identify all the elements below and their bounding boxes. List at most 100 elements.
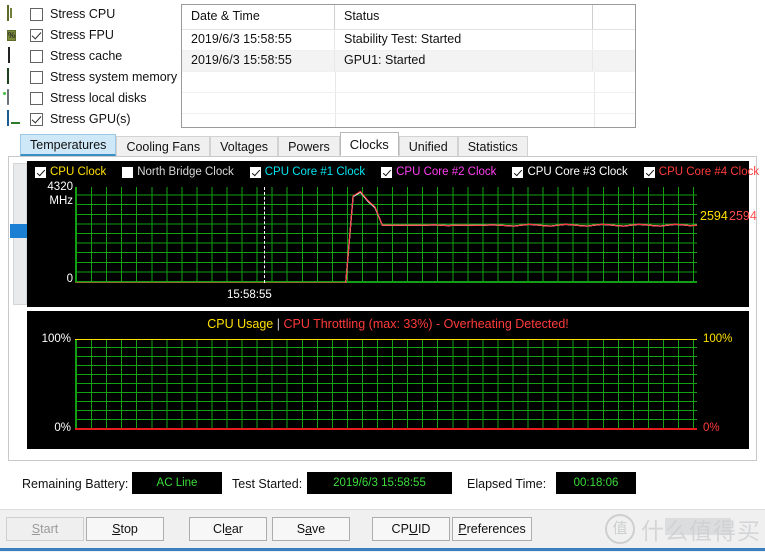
usage-right-bottom-label: 0%	[703, 422, 720, 434]
gpu-card-icon	[6, 110, 24, 127]
legend-label-cpu-core-2-clock: CPU Core #2 Clock	[396, 166, 497, 178]
preferences-button[interactable]: Preferences	[452, 517, 532, 541]
stress-gpus-label: Stress GPU(s)	[50, 112, 131, 126]
table-row[interactable]: 2019/6/3 15:58:55 Stability Test: Starte…	[182, 30, 635, 51]
test-start-marker-line	[264, 187, 265, 283]
table-empty-row	[182, 93, 635, 114]
legend-label-cpu-core-4-clock: CPU Core #4 Clock	[658, 166, 760, 178]
legend-item-cpu-core-2-clock[interactable]: CPU Core #2 Clock	[381, 166, 496, 178]
column-header-status[interactable]: Status	[335, 5, 593, 29]
usage-left-top-label: 100%	[41, 333, 71, 345]
start-button[interactable]: Start	[6, 517, 84, 541]
cpu-chip-icon	[6, 5, 24, 22]
cpu-usage-100-reference-line	[75, 339, 697, 340]
stress-fpu-checkbox[interactable]	[30, 28, 43, 42]
table-row[interactable]: 2019/6/3 15:58:55 GPU1: Started	[182, 51, 635, 72]
legend-checkbox-cpu-core-4-clock[interactable]	[643, 166, 655, 178]
legend-item-cpu-core-1-clock[interactable]: CPU Core #1 Clock	[249, 166, 365, 178]
legend-checkbox-cpu-core-1-clock[interactable]	[249, 166, 261, 178]
memory-stick-icon	[6, 68, 24, 85]
clock-chart-legend: CPU Clock North Bridge Clock CPU Core #1…	[35, 166, 765, 178]
status-log-table[interactable]: Date & Time Status 2019/6/3 15:58:55 Sta…	[181, 4, 636, 128]
stress-fpu-label: Stress FPU	[50, 28, 114, 42]
tab-voltages[interactable]: Voltages	[210, 136, 279, 156]
tab-cooling-fans[interactable]: Cooling Fans	[116, 136, 211, 156]
legend-item-north-bridge-clock[interactable]: North Bridge Clock	[122, 166, 234, 178]
cpu-usage-chart[interactable]: CPU Usage | CPU Throttling (max: 33%) - …	[27, 311, 749, 449]
preferences-button-rest: references	[466, 522, 526, 536]
stress-gpus-checkbox[interactable]	[30, 112, 43, 126]
stress-option-local-disks[interactable]: Stress local disks	[6, 88, 186, 108]
clock-y-unit-label: MHz	[49, 195, 73, 207]
cpu-usage-trace-line	[75, 428, 697, 430]
tab-powers[interactable]: Powers	[278, 136, 340, 156]
stress-cpu-label: Stress CPU	[50, 7, 116, 21]
stress-local-disks-label: Stress local disks	[50, 91, 147, 105]
throttling-warning: CPU Throttling (max: 33%) - Overheating …	[283, 317, 569, 331]
remaining-battery-label: Remaining Battery:	[22, 477, 129, 491]
clock-trace-lines	[75, 187, 697, 283]
cpu-usage-title: CPU Usage	[207, 317, 274, 331]
clear-button[interactable]: Clear	[189, 517, 267, 541]
cell-empty	[593, 30, 635, 50]
tab-bar: Temperatures Cooling Fans Voltages Power…	[20, 132, 528, 156]
legend-item-cpu-clock[interactable]: CPU Clock	[35, 166, 106, 178]
stress-local-disks-checkbox[interactable]	[30, 91, 43, 105]
hard-disk-icon	[6, 89, 24, 106]
stress-option-gpus[interactable]: Stress GPU(s)	[6, 109, 186, 129]
stop-button[interactable]: Stop	[86, 517, 164, 541]
tab-clocks[interactable]: Clocks	[339, 132, 399, 156]
tab-temperatures[interactable]: Temperatures	[20, 134, 117, 156]
stress-option-cache[interactable]: Stress cache	[6, 46, 186, 66]
clock-chart[interactable]: CPU Clock North Bridge Clock CPU Core #1…	[27, 161, 759, 307]
save-button[interactable]: Save	[272, 517, 350, 541]
table-header-row: Date & Time Status	[182, 5, 635, 30]
column-header-datetime[interactable]: Date & Time	[182, 5, 335, 29]
top-area: Stress CPU % Stress FPU Stress cache Str…	[0, 0, 765, 130]
usage-right-top-label: 100%	[703, 333, 733, 345]
tab-unified[interactable]: Unified	[398, 136, 458, 156]
stress-option-system-memory[interactable]: Stress system memory	[6, 67, 186, 87]
table-empty-row	[182, 114, 635, 127]
column-header-empty[interactable]	[593, 5, 635, 29]
test-started-value: 2019/6/3 15:58:55	[307, 472, 452, 494]
elapsed-time-label: Elapsed Time:	[467, 477, 547, 491]
cpuid-button[interactable]: CPUID	[372, 517, 450, 541]
cpu-usage-title-row: CPU Usage | CPU Throttling (max: 33%) - …	[27, 317, 749, 331]
stress-system-memory-label: Stress system memory	[50, 70, 178, 84]
cell-empty	[593, 51, 635, 71]
clocks-stability-test-window: Stress CPU % Stress FPU Stress cache Str…	[0, 0, 765, 552]
cpu-usage-plot-area	[75, 339, 697, 429]
cell-status: GPU1: Started	[335, 51, 593, 71]
clock-y-min-label: 0	[66, 273, 73, 285]
clock-y-max-label: 4320	[47, 181, 73, 193]
stop-button-rest: top	[120, 522, 138, 536]
stress-option-fpu[interactable]: % Stress FPU	[6, 25, 186, 45]
legend-checkbox-cpu-core-3-clock[interactable]	[512, 166, 524, 178]
test-started-label: Test Started:	[232, 477, 303, 491]
stress-cache-label: Stress cache	[50, 49, 123, 63]
tab-statistics[interactable]: Statistics	[457, 136, 528, 156]
legend-item-cpu-core-4-clock[interactable]: CPU Core #4 Clock	[643, 166, 760, 178]
clock-current-value-red: 2594	[729, 209, 757, 223]
legend-label-north-bridge-clock: North Bridge Clock	[137, 166, 234, 178]
cpuid-button-rest: ID	[417, 522, 431, 536]
remaining-battery-value: AC Line	[132, 472, 222, 494]
title-separator: |	[276, 317, 280, 331]
legend-checkbox-cpu-clock[interactable]	[35, 166, 46, 178]
table-empty-row	[182, 72, 635, 93]
elapsed-time-value: 00:18:06	[556, 472, 636, 494]
clear-button-rest: ar	[231, 522, 243, 536]
clock-range-slider[interactable]	[10, 163, 32, 305]
legend-item-cpu-core-3-clock[interactable]: CPU Core #3 Clock	[512, 166, 628, 178]
status-strip: Remaining Battery: AC Line Test Started:…	[0, 470, 765, 502]
legend-checkbox-cpu-core-2-clock[interactable]	[381, 166, 393, 178]
clock-current-value-yellow: 2594	[700, 209, 728, 223]
stress-system-memory-checkbox[interactable]	[30, 70, 43, 84]
fpu-chip-icon: %	[7, 30, 17, 41]
cell-status: Stability Test: Started	[335, 30, 593, 50]
stress-cpu-checkbox[interactable]	[30, 7, 43, 21]
legend-checkbox-north-bridge-clock[interactable]	[122, 166, 134, 178]
stress-cache-checkbox[interactable]	[30, 49, 43, 63]
stress-option-cpu[interactable]: Stress CPU	[6, 4, 186, 24]
